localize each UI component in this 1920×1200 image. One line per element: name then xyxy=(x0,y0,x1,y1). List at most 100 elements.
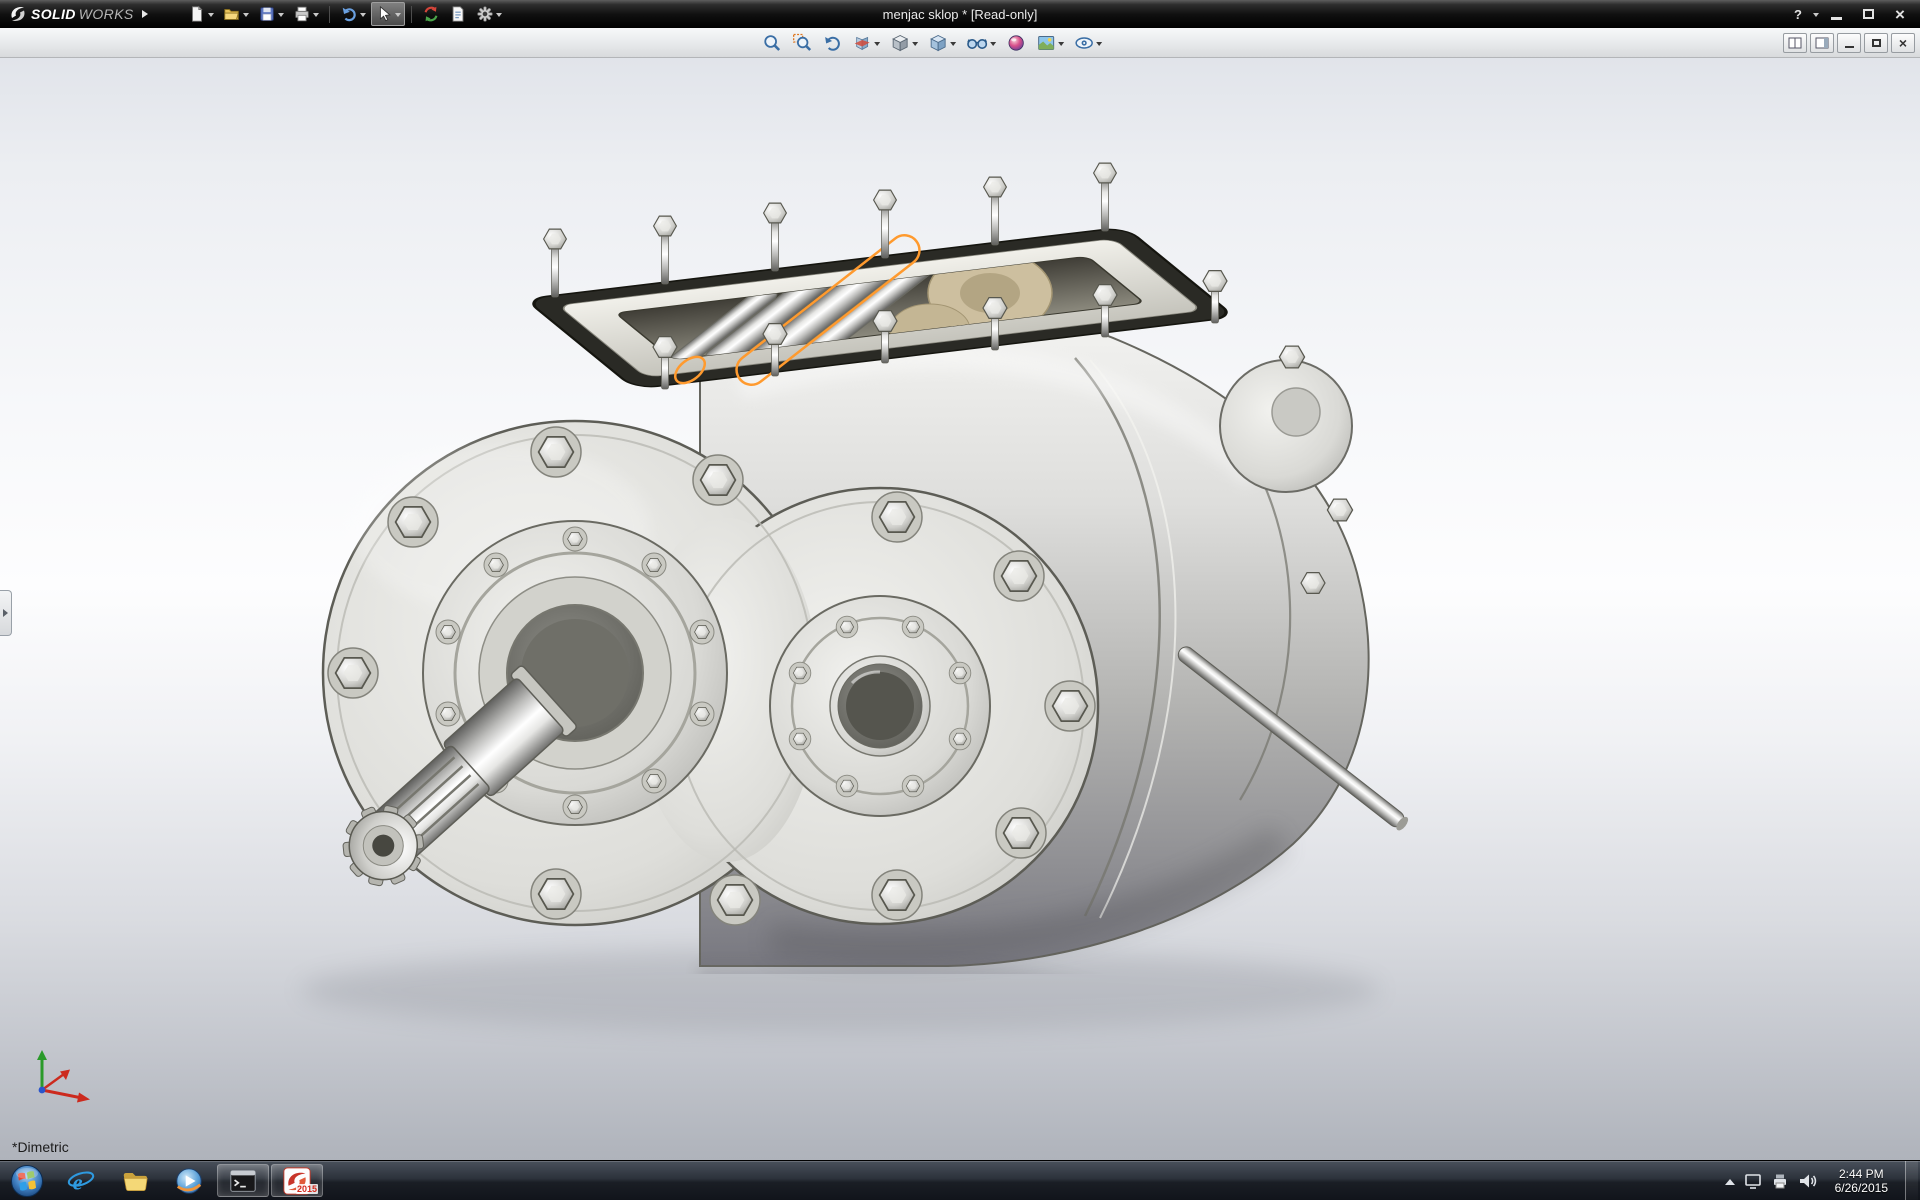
show-desktop-button[interactable] xyxy=(1905,1161,1918,1200)
minimize-icon xyxy=(1831,17,1842,20)
view-orientation-label: *Dimetric xyxy=(12,1139,69,1155)
file-properties-button[interactable] xyxy=(445,2,471,26)
dropdown-caret-icon[interactable] xyxy=(1058,42,1064,49)
viewport-pane-toggle-button[interactable] xyxy=(1783,33,1807,53)
internet-explorer-icon: e xyxy=(66,1166,96,1196)
minimize-button[interactable] xyxy=(1821,4,1851,25)
restore-down-icon xyxy=(1872,39,1881,47)
rebuild-icon xyxy=(422,5,440,23)
windows-taskbar: e xyxy=(0,1160,1920,1200)
tray-app-icon[interactable] xyxy=(1744,1172,1762,1190)
dropdown-caret-icon[interactable] xyxy=(278,13,284,20)
taskbar-media-player[interactable] xyxy=(163,1164,215,1197)
new-document-icon xyxy=(188,5,206,23)
document-window-controls: × xyxy=(1783,28,1915,58)
zoom-to-area-button[interactable] xyxy=(788,30,816,56)
rebuild-button[interactable] xyxy=(418,2,444,26)
volume-icon[interactable] xyxy=(1798,1172,1818,1190)
new-document-button[interactable] xyxy=(184,2,218,26)
desktop: SOLIDWORKS xyxy=(0,0,1920,1200)
dropdown-caret-icon[interactable] xyxy=(874,42,880,49)
solidworks-mark-icon xyxy=(8,4,28,24)
open-button[interactable] xyxy=(219,2,253,26)
document-minimize-button[interactable] xyxy=(1837,33,1861,53)
view-settings-button[interactable] xyxy=(1070,30,1106,56)
section-view-button[interactable] xyxy=(848,30,884,56)
dropdown-caret-icon[interactable] xyxy=(243,13,249,20)
dropdown-caret-icon[interactable] xyxy=(360,13,366,20)
split-pane-icon xyxy=(1788,37,1802,49)
tray-printer-icon[interactable] xyxy=(1771,1172,1789,1190)
hide-show-items-button[interactable] xyxy=(962,30,1000,56)
apply-scene-button[interactable] xyxy=(1032,30,1068,56)
start-button[interactable] xyxy=(0,1161,54,1200)
previous-view-icon xyxy=(822,33,842,53)
zoom-to-fit-icon xyxy=(762,33,782,53)
heads-up-view-toolbar xyxy=(758,28,1106,58)
save-button[interactable] xyxy=(254,2,288,26)
save-icon xyxy=(258,5,276,23)
dropdown-caret-icon[interactable] xyxy=(496,13,502,20)
solidworks-logo[interactable]: SOLIDWORKS xyxy=(0,4,160,24)
options-gear-icon xyxy=(476,5,494,23)
secondary-bearing-boss[interactable] xyxy=(770,596,990,816)
hidden-icons-chevron-icon[interactable] xyxy=(1725,1174,1735,1185)
options-button[interactable] xyxy=(472,2,506,26)
previous-view-button[interactable] xyxy=(818,30,846,56)
zoom-to-area-icon xyxy=(792,33,812,53)
taskbar-clock[interactable]: 2:44 PM 6/26/2015 xyxy=(1827,1167,1896,1195)
taskbar-solidworks-2015[interactable]: 2015 xyxy=(271,1164,323,1197)
select-button[interactable] xyxy=(371,2,405,26)
command-prompt-icon xyxy=(228,1166,258,1196)
help-dropdown-caret-icon[interactable] xyxy=(1813,13,1819,20)
appearance-sphere-icon xyxy=(1006,33,1026,53)
dropdown-caret-icon[interactable] xyxy=(950,42,956,49)
maximize-icon xyxy=(1863,9,1874,19)
model-canvas[interactable] xyxy=(0,58,1920,1160)
edit-appearance-button[interactable] xyxy=(1002,30,1030,56)
brand-text-light: WORKS xyxy=(79,6,134,22)
folder-icon xyxy=(120,1166,150,1196)
select-cursor-icon xyxy=(375,5,393,23)
dropdown-caret-icon[interactable] xyxy=(912,42,918,49)
minimize-icon xyxy=(1845,46,1854,48)
document-restore-button[interactable] xyxy=(1864,33,1888,53)
solidworks-year-badge: 2015 xyxy=(296,1184,318,1194)
clock-time: 2:44 PM xyxy=(1835,1167,1888,1181)
taskbar-command-prompt[interactable] xyxy=(217,1164,269,1197)
dropdown-caret-icon[interactable] xyxy=(208,13,214,20)
task-pane-toggle-button[interactable] xyxy=(1810,33,1834,53)
heads-up-toolbar-row: × xyxy=(0,28,1920,58)
help-button[interactable]: ? xyxy=(1787,7,1809,22)
side-pane-icon xyxy=(1815,37,1829,49)
view-orientation-button[interactable] xyxy=(886,30,922,56)
dropdown-caret-icon[interactable] xyxy=(395,13,401,20)
close-icon: × xyxy=(1899,36,1907,50)
document-close-button[interactable]: × xyxy=(1891,33,1915,53)
undo-icon xyxy=(340,5,358,23)
brand-text-bold: SOLID xyxy=(31,6,76,22)
dropdown-caret-icon[interactable] xyxy=(990,42,996,49)
dropdown-caret-icon[interactable] xyxy=(1096,42,1102,49)
undo-button[interactable] xyxy=(336,2,370,26)
zoom-to-fit-button[interactable] xyxy=(758,30,786,56)
display-style-button[interactable] xyxy=(924,30,960,56)
featuremanager-collapsed-tab[interactable] xyxy=(0,590,12,636)
print-button[interactable] xyxy=(289,2,323,26)
graphics-viewport[interactable]: *Dimetric xyxy=(0,58,1920,1160)
file-properties-icon xyxy=(449,5,467,23)
view-orientation-cube-icon xyxy=(890,33,910,53)
view-settings-icon xyxy=(1074,33,1094,53)
close-button[interactable]: × xyxy=(1885,4,1915,25)
close-icon: × xyxy=(1895,6,1905,23)
taskbar-windows-explorer[interactable] xyxy=(109,1164,161,1197)
system-tray: 2:44 PM 6/26/2015 xyxy=(1725,1161,1920,1200)
clock-date: 6/26/2015 xyxy=(1835,1181,1888,1195)
menu-expand-arrow-icon[interactable] xyxy=(142,10,152,18)
maximize-button[interactable] xyxy=(1853,4,1883,25)
windows-start-orb-icon xyxy=(10,1164,44,1198)
toolbar-separator xyxy=(411,6,412,23)
dropdown-caret-icon[interactable] xyxy=(313,13,319,20)
taskbar-internet-explorer[interactable]: e xyxy=(55,1164,107,1197)
gearbox-model[interactable] xyxy=(323,163,1410,966)
